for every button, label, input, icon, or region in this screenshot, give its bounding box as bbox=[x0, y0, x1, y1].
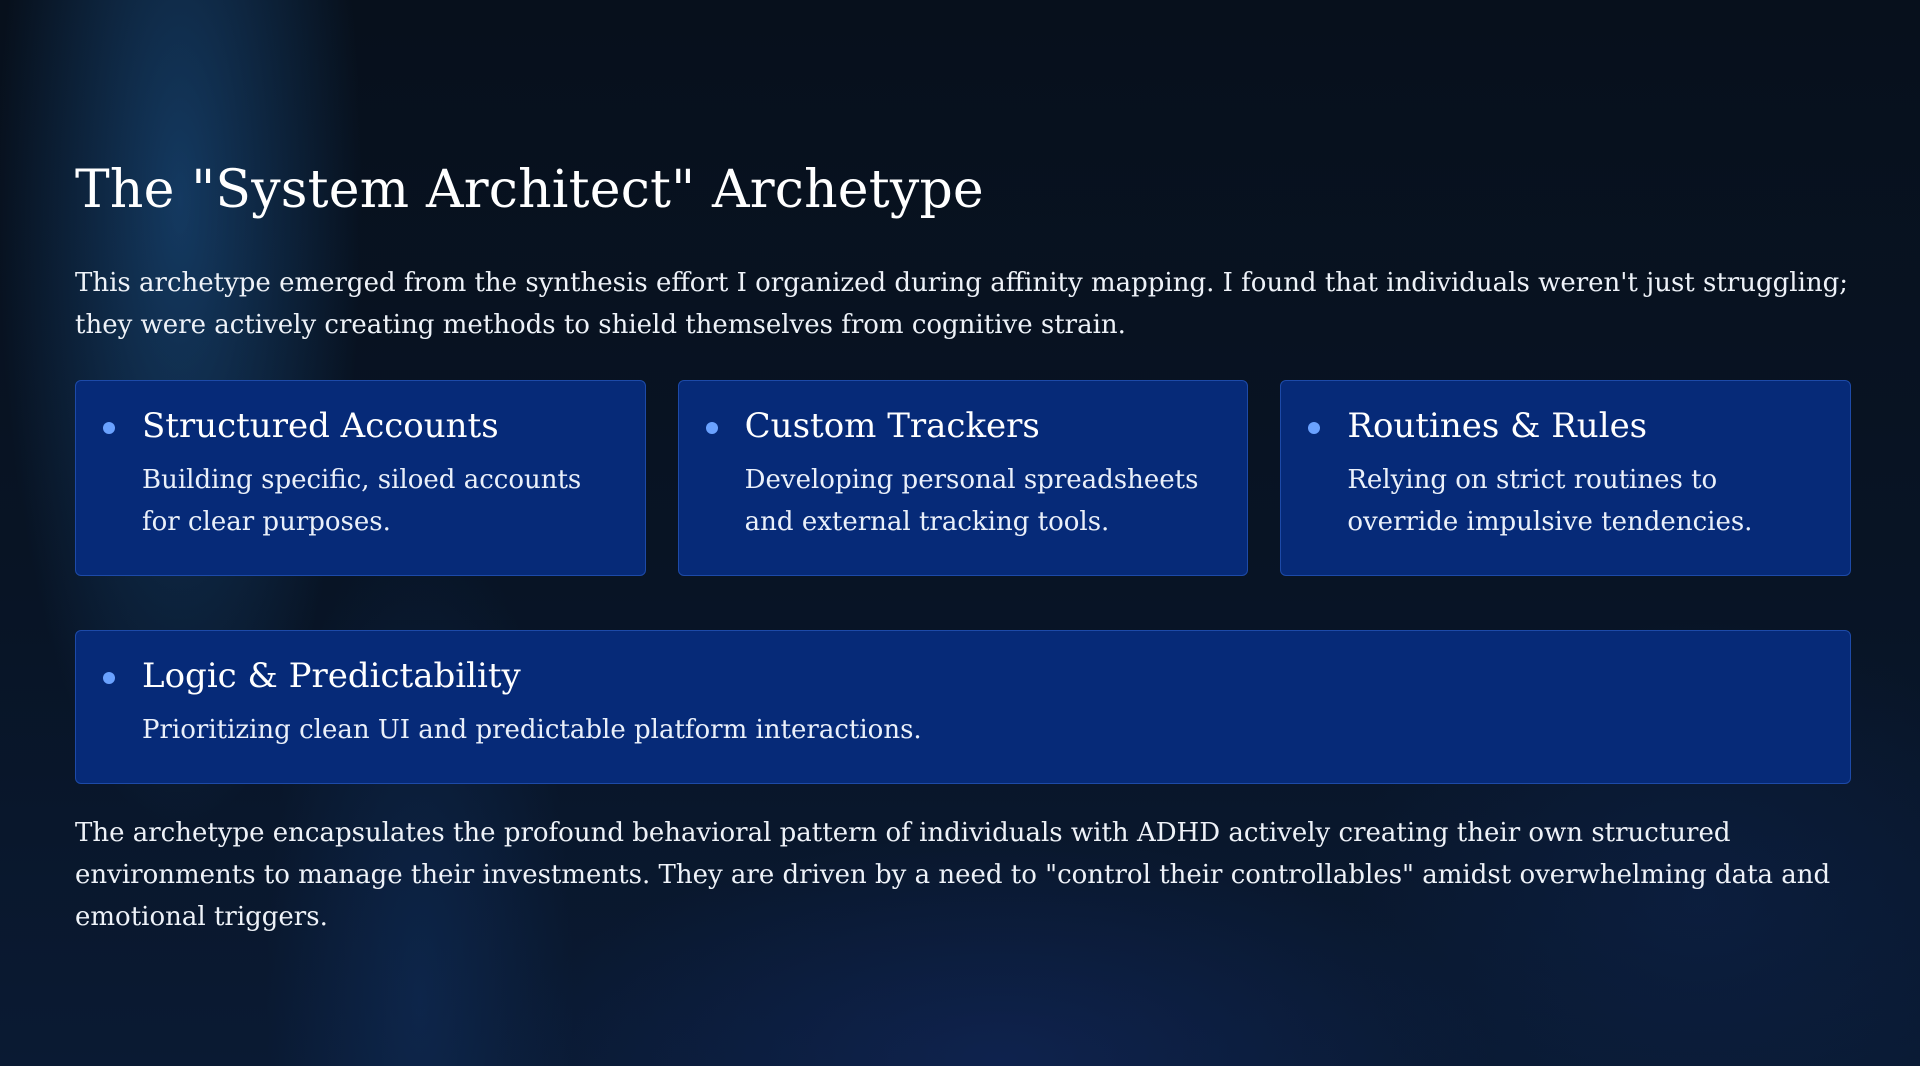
card-structured-accounts: Structured Accounts Building specific, s… bbox=[75, 380, 646, 576]
card-title: Logic & Predictability bbox=[142, 656, 521, 696]
outro-paragraph: The archetype encapsulates the profound … bbox=[75, 818, 1831, 932]
card-routines-rules: Routines & Rules Relying on strict routi… bbox=[1280, 380, 1852, 576]
slide-content: The "System Architect" Archetype This ar… bbox=[75, 150, 1852, 938]
card-title: Custom Trackers bbox=[744, 406, 1040, 446]
card-custom-trackers: Custom Trackers Developing personal spre… bbox=[677, 380, 1249, 576]
card-title: Structured Accounts bbox=[142, 406, 499, 446]
bullet-dot-icon bbox=[1308, 422, 1321, 434]
card-title: Routines & Rules bbox=[1347, 406, 1648, 446]
intro-paragraph: This archetype emerged from the synthesi… bbox=[75, 268, 1849, 340]
page-title: The "System Architect" Archetype bbox=[75, 160, 984, 220]
card-text: Developing personal spreadsheets and ext… bbox=[744, 465, 1199, 537]
bullet-dot-icon bbox=[103, 672, 115, 684]
card-logic-predictability: Logic & Predictability Prioritizing clea… bbox=[75, 630, 1851, 784]
card-text: Relying on strict routines to override i… bbox=[1347, 465, 1753, 537]
card-text: Building specific, siloed accounts for c… bbox=[142, 465, 582, 537]
card-text: Prioritizing clean UI and predictable pl… bbox=[142, 715, 922, 745]
card-row: Structured Accounts Building specific, s… bbox=[75, 380, 1852, 576]
bullet-dot-icon bbox=[103, 422, 115, 434]
bullet-dot-icon bbox=[705, 422, 718, 434]
